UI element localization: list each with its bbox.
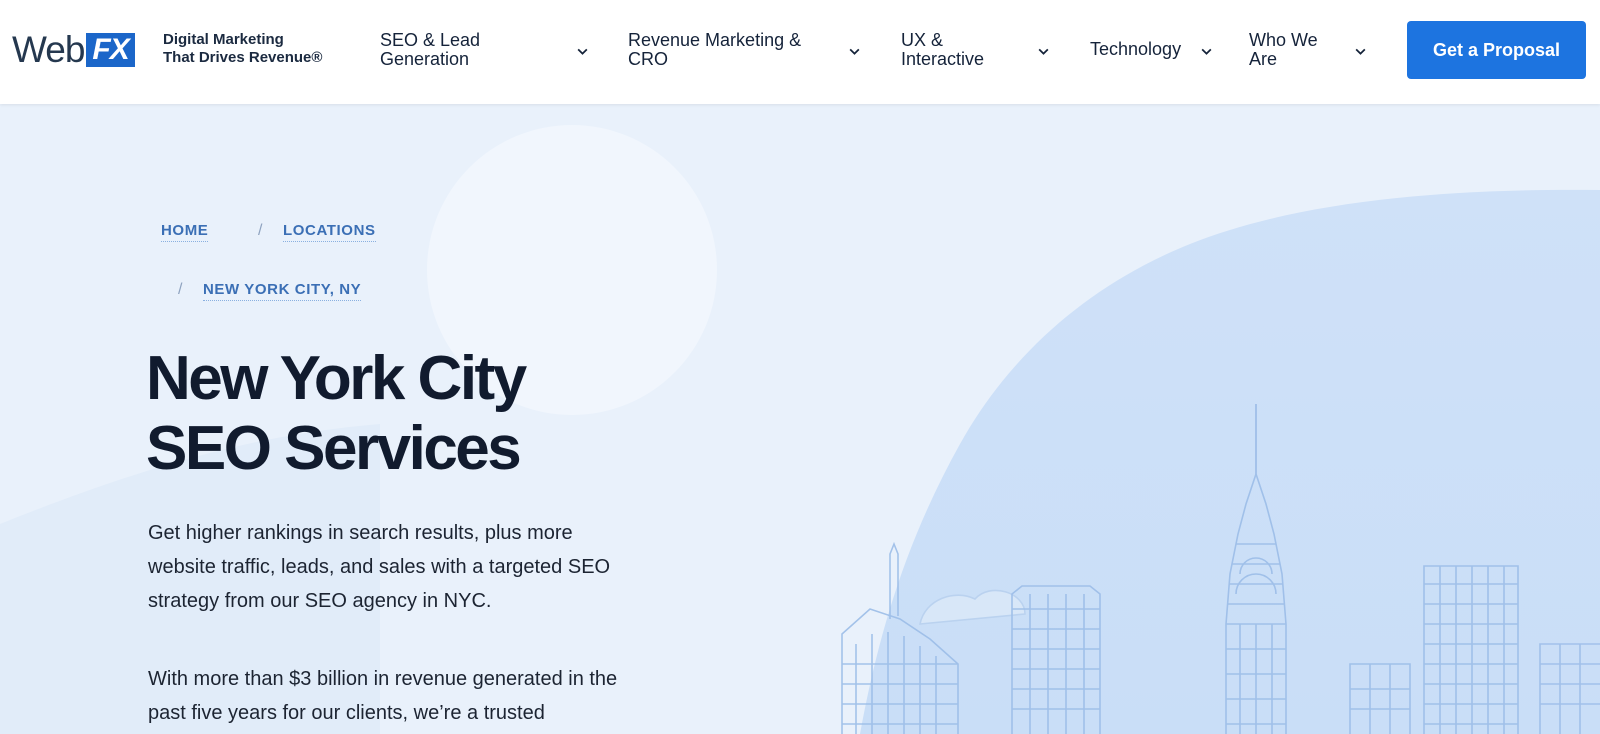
nav-label-line2: CRO <box>628 49 668 69</box>
nav-who-we-are[interactable]: Who We Are <box>1249 31 1318 69</box>
chevron-down-icon[interactable] <box>846 43 862 59</box>
page-title-line1: New York City <box>146 344 527 413</box>
nav-label-line1: SEO & Lead <box>380 30 481 50</box>
chevron-down-icon[interactable] <box>1198 43 1214 59</box>
nav-label: SEO & Lead Generation <box>380 31 480 69</box>
nav-label-line1: UX & <box>901 30 944 50</box>
tagline-line2: That Drives Revenue® <box>163 49 323 66</box>
logo-fx-badge: FX <box>86 33 135 67</box>
hero-paragraph-1: Get higher rankings in search results, p… <box>148 522 611 612</box>
breadcrumb-locations[interactable]: LOCATIONS <box>283 222 376 242</box>
tagline-line1: Digital Marketing <box>163 31 284 48</box>
breadcrumb-current[interactable]: NEW YORK CITY, NY <box>203 281 362 301</box>
nav-ux-interactive[interactable]: UX & Interactive <box>901 31 984 69</box>
hero-section: HOME / LOCATIONS / NEW YORK CITY, NY New… <box>0 104 1600 734</box>
hero-paragraph-2: With more than $3 billion in revenue gen… <box>148 668 618 724</box>
site-header: Web FX Digital Marketing That Drives Rev… <box>0 0 1600 104</box>
breadcrumb-separator: / <box>258 222 263 239</box>
nav-label-line2: Interactive <box>901 49 985 69</box>
page-title: New York City SEO Services <box>146 344 666 484</box>
nav-label: Revenue Marketing & CRO <box>628 31 801 69</box>
breadcrumb-separator: / <box>178 281 183 298</box>
get-a-proposal-button[interactable]: Get a Proposal <box>1407 21 1586 79</box>
logo-web-text: Web <box>12 29 85 70</box>
nav-seo-lead-generation[interactable]: SEO & Lead Generation <box>380 31 480 69</box>
nav-label: Technology <box>1090 39 1182 59</box>
page-title-line2: SEO Services <box>146 414 522 483</box>
nav-revenue-marketing-cro[interactable]: Revenue Marketing & CRO <box>628 31 801 69</box>
nav-label-line1: Who We <box>1249 30 1318 50</box>
webfx-logo[interactable]: Web FX <box>12 30 135 70</box>
nav-label-line2: Are <box>1249 49 1278 69</box>
logo-tagline: Digital Marketing That Drives Revenue® <box>163 31 322 67</box>
chevron-down-icon[interactable] <box>1035 43 1051 59</box>
nav-label-line2: Generation <box>380 49 470 69</box>
breadcrumb-home[interactable]: HOME <box>161 222 209 242</box>
nav-label: UX & Interactive <box>901 31 984 69</box>
nav-technology[interactable]: Technology <box>1090 40 1181 59</box>
chevron-down-icon[interactable] <box>1352 43 1368 59</box>
nav-label-line1: Revenue Marketing & <box>628 30 802 50</box>
chevron-down-icon[interactable] <box>574 43 590 59</box>
decorative-blob <box>860 189 1600 734</box>
nav-label: Who We Are <box>1249 31 1318 69</box>
